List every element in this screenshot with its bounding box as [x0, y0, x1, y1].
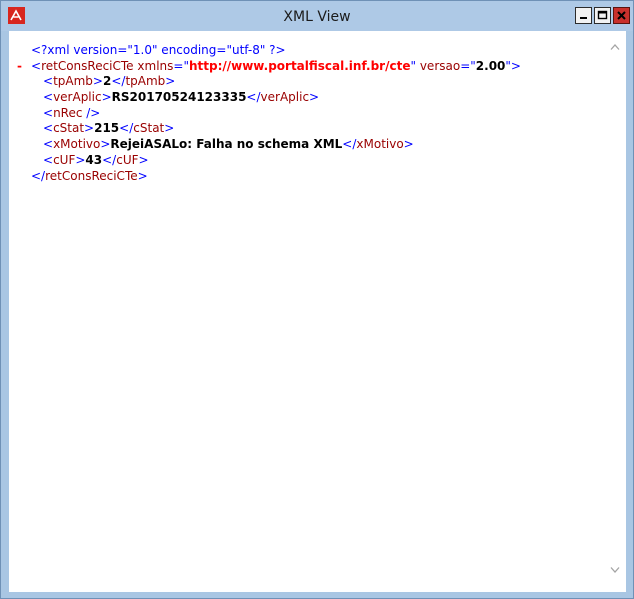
element-close-tag-name: verAplic [260, 90, 310, 105]
element-text: RS20170524123335 [111, 90, 247, 105]
element-tag-name: verAplic [53, 90, 102, 105]
element-close-tag-name: tpAmb [125, 74, 166, 89]
close-icon [617, 11, 626, 20]
element-tag-name: tpAmb [53, 74, 93, 89]
root-tag-name: retConsReciCTe [41, 58, 134, 73]
xml-tree: <?xml version="1.0" encoding="utf-8" ?> … [9, 43, 606, 184]
element-close-tag-name: xMotivo [356, 137, 404, 152]
element-tag-name: cStat [53, 121, 85, 136]
element-tag-name: xMotivo [53, 137, 101, 152]
xml-content-area[interactable]: <?xml version="1.0" encoding="utf-8" ?> … [9, 31, 626, 592]
element-text: 215 [94, 121, 120, 136]
element-text: 43 [85, 152, 103, 167]
root-close-tag-name: retConsReciCTe [45, 168, 138, 183]
scroll-down-icon[interactable] [610, 566, 620, 574]
xml-element-line: <cStat>215</cStat> [43, 121, 175, 136]
xml-view-window: XML View <?xml version="1.0" encoding="u… [0, 0, 634, 599]
scroll-up-icon[interactable] [610, 43, 620, 51]
root-close-line: </retConsReciCTe> [31, 168, 148, 183]
xml-declaration-line: <?xml version="1.0" encoding="utf-8" ?> [9, 43, 606, 59]
window-title: XML View [283, 9, 351, 25]
xml-element-line: <cUF>43</cUF> [43, 152, 149, 167]
xml-element-line: <xMotivo>RejeiASALo: Falha no schema XML… [43, 137, 414, 152]
attr-name: versao [419, 58, 461, 73]
xml-declaration: <?xml version="1.0" encoding="utf-8" ?> [31, 43, 286, 57]
title-bar[interactable]: XML View [1, 1, 633, 31]
close-button[interactable] [613, 7, 630, 24]
attr-value: http://www.portalfiscal.inf.br/cte [188, 58, 411, 73]
xml-element-line: <nRec /> [43, 105, 101, 120]
element-tag-name: cUF [53, 152, 76, 167]
xml-element-line: <verAplic>RS20170524123335</verAplic> [43, 90, 320, 105]
attr-value: 2.00 [475, 58, 506, 73]
minimize-button[interactable] [575, 7, 592, 24]
element-close-tag-name: cStat [133, 121, 165, 136]
xml-element-line: <tpAmb>2</tpAmb> [43, 74, 176, 89]
maximize-button[interactable] [594, 7, 611, 24]
collapse-toggle[interactable]: - [17, 59, 22, 75]
minimize-icon [580, 17, 587, 19]
element-text: RejeiASALo: Falha no schema XML [110, 137, 343, 152]
attr-name: xmlns [137, 58, 174, 73]
maximize-icon [597, 10, 608, 20]
element-tag-name: nRec [53, 105, 83, 120]
root-open-line: - <retConsReciCTe xmlns="http://www.port… [17, 58, 521, 75]
element-close-tag-name: cUF [116, 152, 139, 167]
